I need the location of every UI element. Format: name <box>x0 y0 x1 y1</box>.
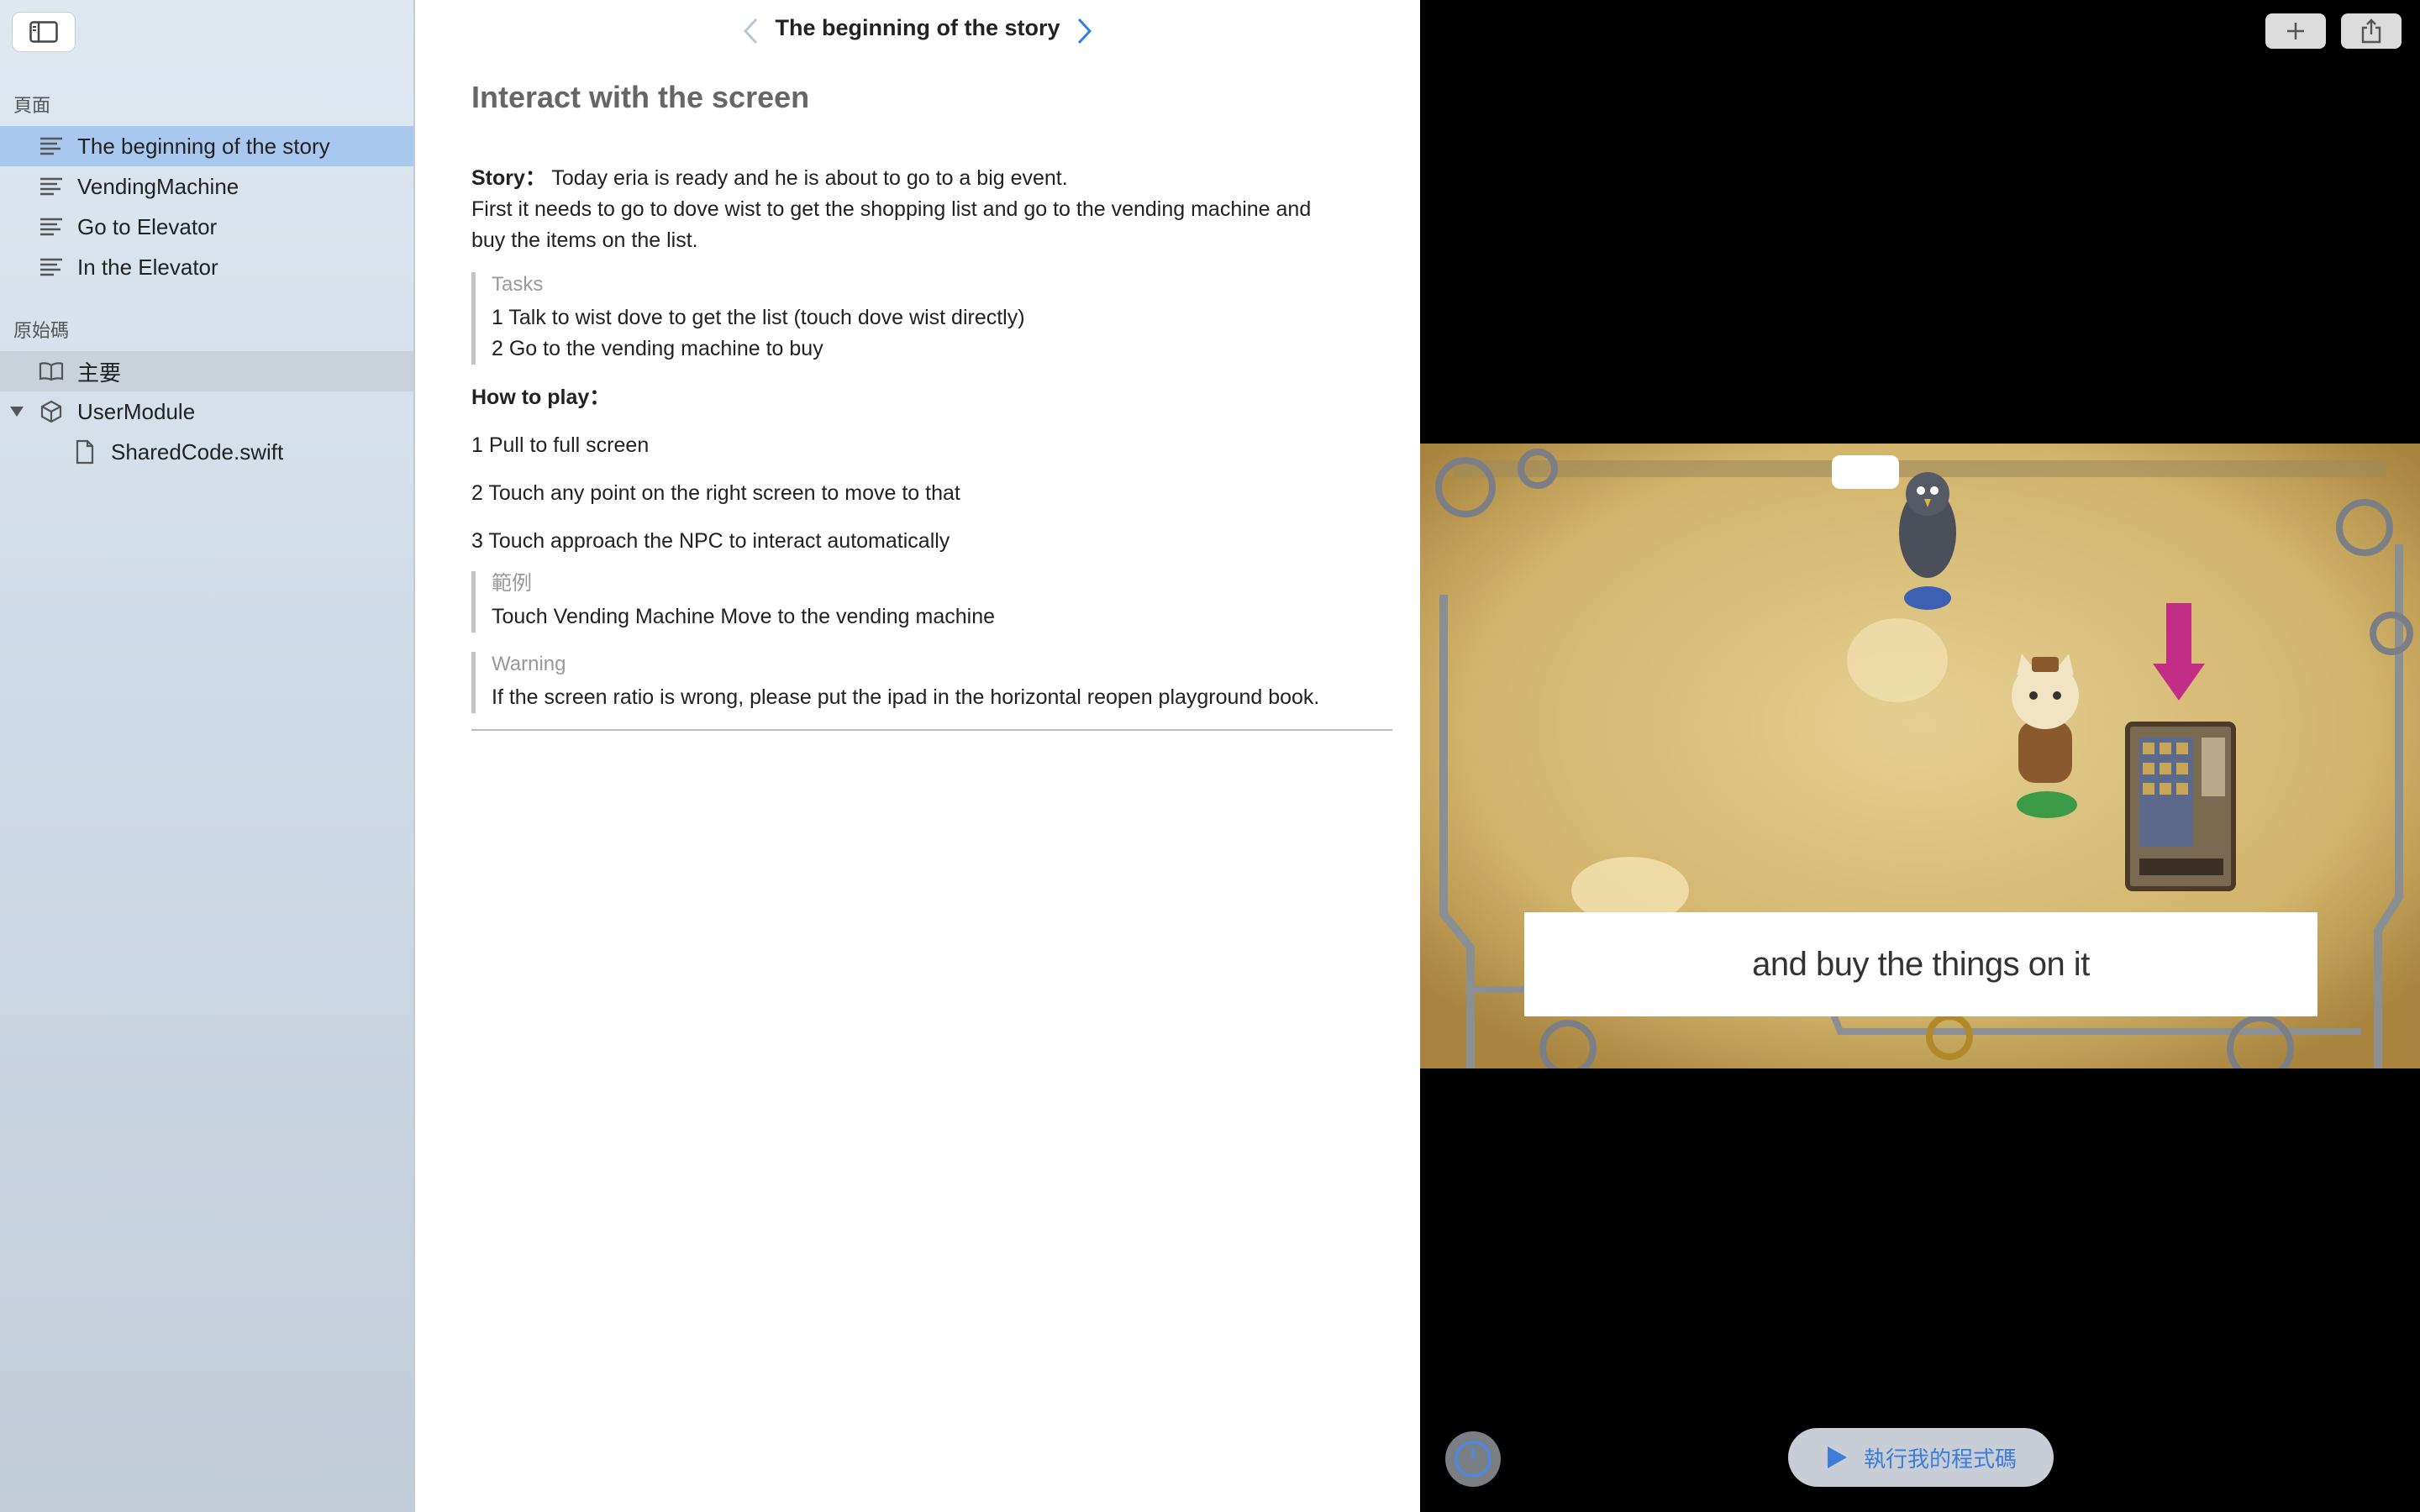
task-item: 1 Talk to wist dove to get the list (tou… <box>492 306 1025 329</box>
document-pane: The beginning of the story Interact with… <box>415 0 1420 1512</box>
speed-meter-icon <box>1455 1441 1491 1478</box>
sidebar: 頁面 The beginning of the story VendingMac… <box>0 0 415 1512</box>
run-my-code-button[interactable]: 執行我的程式碼 <box>1788 1428 2054 1487</box>
disclosure-triangle-icon[interactable] <box>7 399 27 424</box>
example-title: 範例 <box>492 572 532 595</box>
warning-title: Warning <box>492 653 566 675</box>
sidebar-item-shared-code[interactable]: SharedCode.swift <box>0 432 413 472</box>
sidebar-toggle-icon <box>29 21 58 43</box>
play-icon <box>1827 1446 1847 1468</box>
file-icon <box>72 439 97 465</box>
sidebar-item-main[interactable]: 主要 <box>0 351 413 391</box>
sidebar-item-in-the-elevator[interactable]: In the Elevator <box>0 247 413 287</box>
story-line: buy the items on the list. <box>471 228 698 252</box>
how-to-play-heading: How to play： <box>471 386 611 409</box>
speed-meter-button[interactable] <box>1445 1431 1501 1487</box>
next-page-icon[interactable] <box>1074 17 1094 45</box>
share-icon <box>2361 18 2381 44</box>
game-scene[interactable]: and buy the things on it <box>1420 444 2420 1082</box>
run-button-label: 執行我的程式碼 <box>1863 1446 2017 1472</box>
sidebar-item-label: SharedCode.swift <box>111 438 284 465</box>
doc-heading: Interact with the screen <box>471 80 810 114</box>
sidebar-item-label: VendingMachine <box>77 173 239 199</box>
warning-text: If the screen ratio is wrong, please put… <box>492 685 1320 709</box>
page-lines-icon <box>39 214 64 239</box>
story-line: First it needs to go to dove wist to get… <box>471 197 1312 221</box>
example-text: Touch Vending Machine Move to the vendin… <box>492 605 995 628</box>
sidebar-item-label: The beginning of the story <box>77 133 330 159</box>
page-lines-icon <box>39 134 64 159</box>
example-callout: 範例 Touch Vending Machine Move to the ven… <box>471 571 1382 633</box>
sidebar-item-label: UserModule <box>77 398 196 424</box>
plus-icon <box>2287 23 2304 39</box>
story-label: Story： <box>471 166 546 190</box>
live-view[interactable]: and buy the things on it 執行我的程式碼 <box>1420 0 2420 1512</box>
page-lines-icon <box>39 255 64 280</box>
add-button[interactable] <box>2265 13 2326 49</box>
dialogue-caption: and buy the things on it <box>1524 912 2317 1016</box>
share-button[interactable] <box>2341 13 2402 49</box>
sidebar-item-go-to-elevator[interactable]: Go to Elevator <box>0 207 413 247</box>
task-item: 2 Go to the vending machine to buy <box>492 337 823 360</box>
book-icon <box>39 359 64 384</box>
step-item: 2 Touch any point on the right screen to… <box>471 481 960 505</box>
page-lines-icon <box>39 174 64 199</box>
warning-callout: Warning If the screen ratio is wrong, pl… <box>471 652 1382 713</box>
sidebar-item-label: Go to Elevator <box>77 213 218 239</box>
sidebar-item-label: 主要 <box>77 360 122 386</box>
page-title: The beginning of the story <box>775 15 1060 40</box>
sidebar-item-user-module[interactable]: UserModule <box>0 391 413 432</box>
divider <box>471 729 1392 731</box>
source-section-header: 原始碼 <box>13 320 70 341</box>
sidebar-item-label: In the Elevator <box>77 254 218 280</box>
tasks-callout: Tasks 1 Talk to wist dove to get the lis… <box>471 272 1382 365</box>
story-paragraph: Story： Today eria is ready and he is abo… <box>471 163 1379 256</box>
sidebar-item-vending-machine[interactable]: VendingMachine <box>0 166 413 207</box>
vending-machine <box>2125 722 2236 891</box>
step-item: 1 Pull to full screen <box>471 433 650 457</box>
story-text: Today eria is ready and he is about to g… <box>545 166 1068 190</box>
pages-section-header: 頁面 <box>13 95 51 116</box>
sidebar-toggle-button[interactable] <box>12 12 76 52</box>
step-item: 3 Touch approach the NPC to interact aut… <box>471 529 950 553</box>
package-icon <box>39 399 64 424</box>
sidebar-item-beginning-of-story[interactable]: The beginning of the story <box>0 126 413 166</box>
tasks-title: Tasks <box>492 273 544 296</box>
